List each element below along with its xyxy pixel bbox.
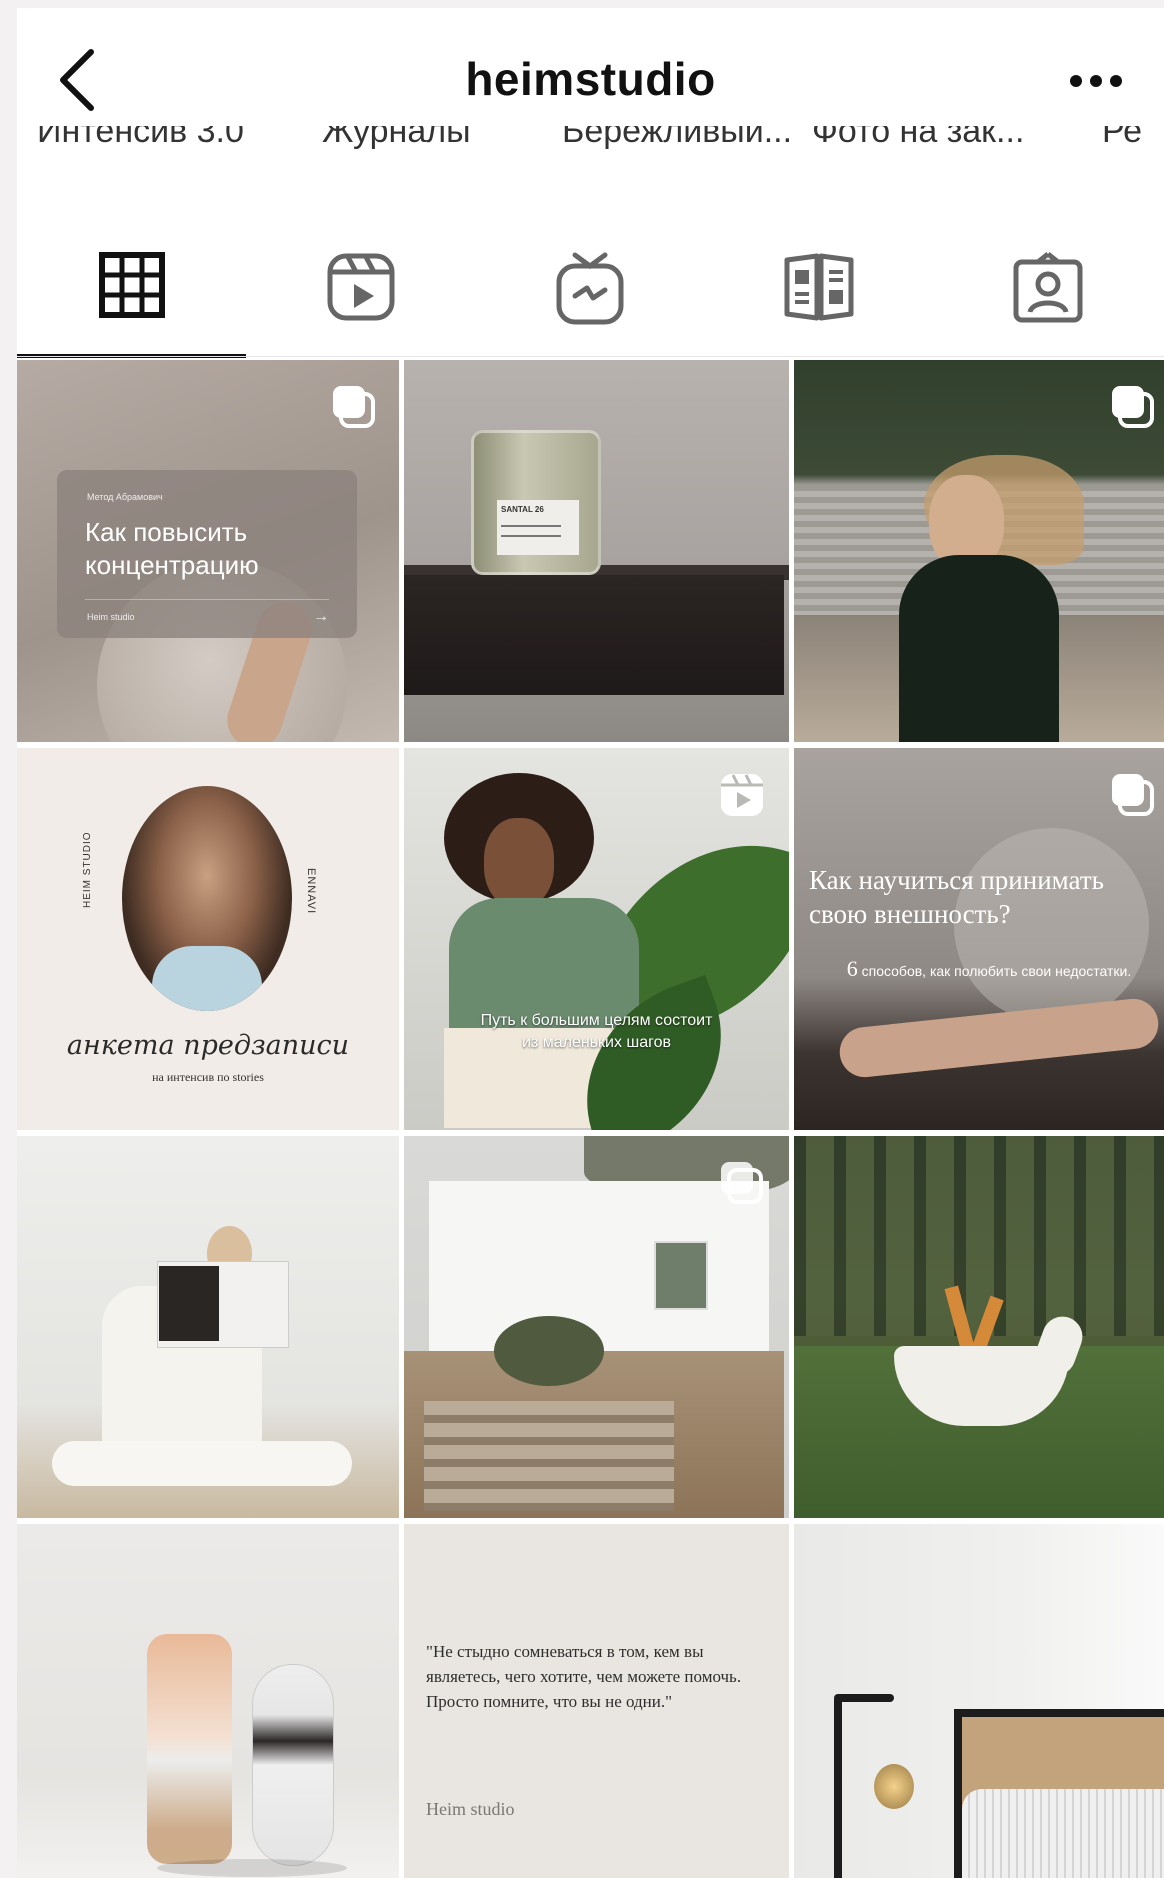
caption-line: Путь к большим целям состоит bbox=[480, 1012, 713, 1029]
magazine-cover bbox=[159, 1266, 219, 1341]
candle-label-text: SANTAL 26 bbox=[501, 505, 544, 514]
top-bar: heimstudio bbox=[17, 8, 1164, 128]
table-shape bbox=[404, 575, 784, 695]
post-thumbnail[interactable]: HEIM STUDIO ENNAVI анкета предзаписи на … bbox=[17, 748, 399, 1130]
post-thumbnail[interactable] bbox=[404, 1136, 789, 1518]
coat-shape bbox=[899, 555, 1059, 742]
forest-shape bbox=[794, 1136, 1164, 1336]
bed-sheet-shape bbox=[962, 1789, 1164, 1878]
post-thumbnail[interactable]: Путь к большим целям состоит из маленьки… bbox=[404, 748, 789, 1130]
carousel-icon bbox=[1112, 386, 1154, 428]
post-thumbnail[interactable]: SANTAL 26 bbox=[404, 360, 789, 742]
profile-screen: heimstudio Интенсив 3.0 Журналы Бережлив… bbox=[17, 8, 1164, 1878]
arrow-right-icon: → bbox=[313, 608, 329, 625]
post-quote: "Не стыдно сомневаться в том, кем вы явл… bbox=[426, 1642, 742, 1711]
more-options-button[interactable] bbox=[1068, 66, 1124, 96]
bulb-shape bbox=[874, 1764, 914, 1809]
igtv-icon bbox=[556, 252, 623, 325]
highlight-label[interactable]: Журналы bbox=[322, 126, 471, 151]
tab-guides[interactable] bbox=[704, 228, 933, 358]
side-text-right: ENNAVI bbox=[305, 868, 317, 915]
highlight-label[interactable]: Интенсив 3.0 bbox=[37, 126, 244, 151]
post-caption: Путь к большим целям состоит из маленьки… bbox=[404, 1010, 789, 1054]
post-footer-label: Heim studio bbox=[87, 612, 135, 622]
tab-reels[interactable] bbox=[246, 228, 475, 358]
bush-shape bbox=[494, 1316, 604, 1386]
post-thumbnail[interactable]: "Не стыдно сомневаться в том, кем вы явл… bbox=[404, 1524, 789, 1878]
reels-icon bbox=[327, 253, 394, 321]
steps-shape bbox=[424, 1401, 674, 1511]
window-shape bbox=[654, 1241, 708, 1310]
highlight-label[interactable]: Фото на зак... bbox=[812, 126, 1024, 151]
lamp-shape bbox=[834, 1694, 894, 1702]
caption-line: из маленьких шагов bbox=[521, 1034, 672, 1051]
tab-tagged[interactable] bbox=[933, 228, 1162, 358]
tagged-icon bbox=[1013, 252, 1082, 323]
side-text-left: HEIM STUDIO bbox=[82, 831, 93, 908]
shadow-shape bbox=[157, 1859, 347, 1877]
story-highlights: Интенсив 3.0 Журналы Бережливый... Фото … bbox=[17, 126, 1164, 166]
post-thumbnail[interactable]: Метод Абрамович Как повысить концентраци… bbox=[17, 360, 399, 742]
post-author-label: Метод Абрамович bbox=[87, 492, 163, 502]
post-thumbnail[interactable] bbox=[794, 1524, 1164, 1878]
post-thumbnail[interactable] bbox=[794, 1136, 1164, 1518]
guides-icon bbox=[784, 253, 853, 321]
tab-posts-grid[interactable] bbox=[17, 228, 246, 358]
face-shape bbox=[484, 818, 554, 908]
portrait-oval bbox=[122, 786, 292, 1011]
divider bbox=[17, 356, 1164, 357]
hourglass-shape bbox=[252, 1664, 334, 1866]
grid-icon bbox=[98, 252, 165, 318]
more-horizontal-icon bbox=[1070, 75, 1122, 87]
divider bbox=[85, 599, 329, 600]
post-signature: Heim studio bbox=[426, 1799, 515, 1819]
arm-shape bbox=[837, 996, 1161, 1080]
post-thumbnail[interactable] bbox=[17, 1524, 399, 1878]
post-subtitle: 6 способов, как полюбить свои недостатки… bbox=[834, 958, 1144, 982]
post-number: 6 bbox=[846, 956, 858, 981]
carousel-icon bbox=[333, 386, 375, 428]
candle-label-line bbox=[501, 535, 561, 537]
post-subtitle: на интенсив по stories bbox=[152, 1070, 264, 1084]
tab-igtv[interactable] bbox=[475, 228, 704, 358]
post-thumbnail[interactable]: Как научиться принимать свою внешность? … bbox=[794, 748, 1164, 1130]
carousel-icon bbox=[1112, 774, 1154, 816]
legs-shape bbox=[52, 1441, 352, 1486]
carousel-icon bbox=[721, 1162, 763, 1204]
post-text-card: Метод Абрамович Как повысить концентраци… bbox=[57, 470, 357, 638]
candle-label-line bbox=[501, 525, 561, 527]
post-headline: Как повысить концентрацию bbox=[85, 517, 259, 580]
highlight-label[interactable]: Ре bbox=[1102, 126, 1142, 151]
post-title: анкета предзаписи bbox=[66, 1030, 350, 1061]
post-thumbnail[interactable] bbox=[17, 1136, 399, 1518]
post-headline: Как научиться принимать свою внешность? bbox=[809, 865, 1104, 929]
highlight-label[interactable]: Бережливый... bbox=[562, 126, 792, 151]
reel-icon bbox=[721, 774, 763, 816]
post-subtitle-text: способов, как полюбить свои недостатки. bbox=[861, 963, 1132, 979]
profile-username: heimstudio bbox=[465, 53, 716, 105]
lamp-shape bbox=[834, 1699, 842, 1878]
hourglass-shape bbox=[147, 1634, 232, 1864]
profile-tabs bbox=[17, 228, 1164, 358]
post-thumbnail[interactable] bbox=[794, 360, 1164, 742]
